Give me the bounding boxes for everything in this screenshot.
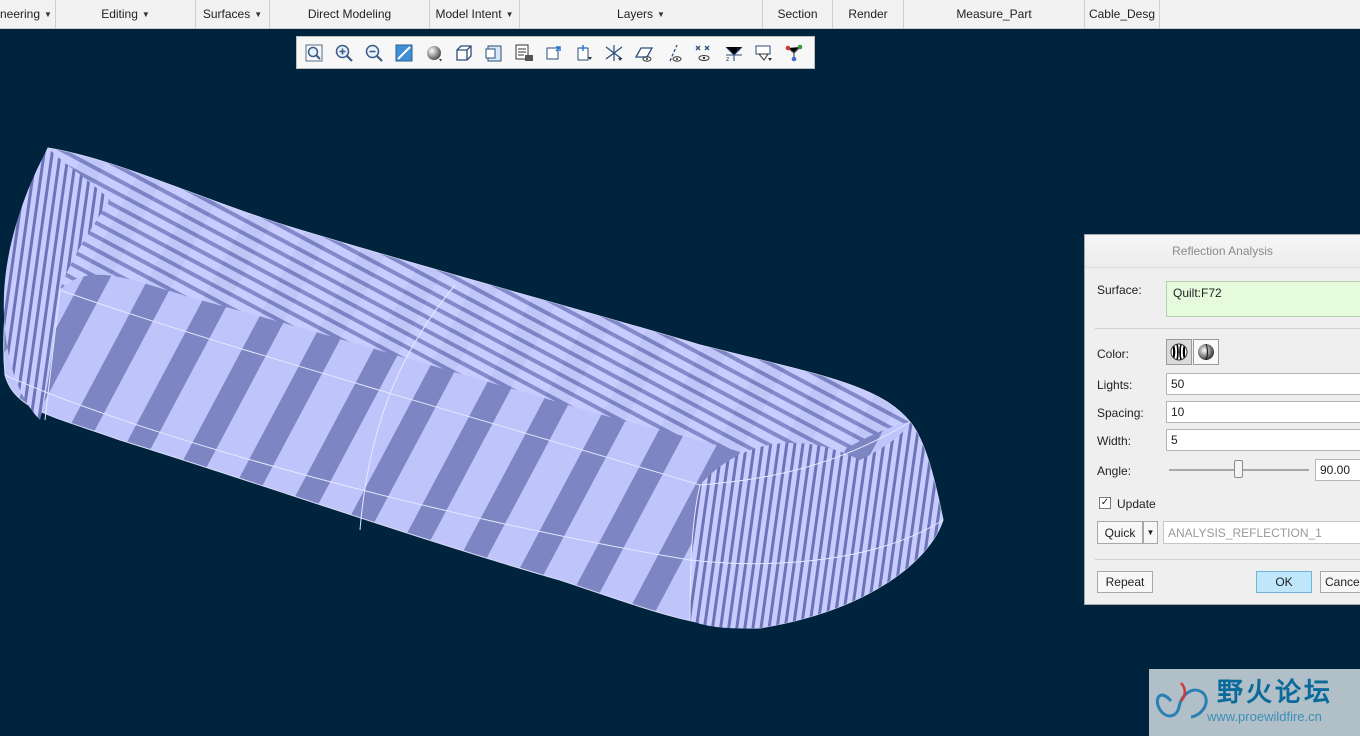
chevron-down-icon: ▼: [657, 9, 665, 19]
point-display-icon[interactable]: [691, 40, 717, 66]
watermark-url: www.proewildfire.cn: [1207, 709, 1322, 724]
refit-icon[interactable]: [301, 40, 327, 66]
ribbon-group-label: neering: [0, 7, 41, 21]
repeat-button[interactable]: Repeat: [1097, 571, 1153, 593]
surface-label: Surface:: [1097, 283, 1142, 297]
perspective-view-icon[interactable]: [511, 40, 537, 66]
lights-field[interactable]: 50: [1166, 373, 1360, 395]
dialog-title: Reflection Analysis: [1085, 235, 1360, 268]
ribbon-group-label: Cable_Desg: [1088, 7, 1156, 21]
ribbon-group-label: Model Intent: [435, 7, 502, 21]
stripes-color-button[interactable]: [1166, 339, 1192, 365]
divider: [1095, 559, 1360, 560]
chevron-down-icon: ▼: [44, 9, 52, 19]
ribbon-group-label: Section: [777, 7, 818, 21]
ribbon-group-section[interactable]: Section: [763, 0, 833, 28]
chevron-down-icon[interactable]: ▼: [1143, 521, 1158, 544]
view-manager-icon[interactable]: [481, 40, 507, 66]
repaint-icon[interactable]: [391, 40, 417, 66]
ribbon-group-model-intent[interactable]: Model Intent ▼: [430, 0, 520, 28]
analysis-name-field[interactable]: ANALYSIS_REFLECTION_1: [1163, 521, 1360, 544]
network-icon[interactable]: [781, 40, 807, 66]
zoom-in-icon[interactable]: [331, 40, 357, 66]
striped-sphere-icon: [1170, 343, 1188, 361]
ribbon-group-label: Surfaces: [202, 7, 251, 21]
ribbon-group-render[interactable]: Render: [833, 0, 904, 28]
width-label: Width:: [1097, 434, 1132, 448]
angle-label: Angle:: [1097, 464, 1132, 478]
ribbon-group-surfaces[interactable]: Surfaces ▼: [196, 0, 270, 28]
logo-icon: [1155, 682, 1208, 719]
ribbon-group-label: Direct Modeling: [307, 7, 392, 21]
shaded-color-button[interactable]: [1193, 339, 1219, 365]
plane-display-icon[interactable]: [631, 40, 657, 66]
ribbon-tab-row: neering ▼ Editing ▼ Surfaces ▼ Direct Model…: [0, 0, 1360, 29]
update-label: Update: [1117, 497, 1156, 511]
spacing-field[interactable]: 10: [1166, 401, 1360, 423]
display-style-icon[interactable]: [421, 40, 447, 66]
csys-display-icon[interactable]: xz: [721, 40, 747, 66]
color-mode-group: [1166, 339, 1220, 365]
filter-icon[interactable]: [751, 40, 777, 66]
chevron-down-icon: ▼: [141, 9, 150, 19]
ribbon-group-direct-modeling[interactable]: Direct Modeling: [270, 0, 430, 28]
reflection-analysis-dialog: Reflection Analysis Surface: Quilt:F72 C…: [1084, 234, 1360, 605]
spin-center-icon[interactable]: [541, 40, 567, 66]
saved-orientations-icon[interactable]: [451, 40, 477, 66]
ribbon-group-label: Editing: [101, 7, 138, 21]
watermark-title: 野火论坛: [1217, 678, 1334, 708]
shaded-sphere-icon: [1198, 343, 1214, 361]
color-label: Color:: [1097, 347, 1130, 361]
cancel-button[interactable]: Cancel: [1320, 571, 1360, 593]
width-field[interactable]: 5: [1166, 429, 1360, 451]
annotation-display-icon[interactable]: [571, 40, 597, 66]
ribbon-group-measure-part[interactable]: Measure_Part: [904, 0, 1085, 28]
quick-dropdown[interactable]: Quick: [1097, 521, 1143, 544]
ok-button[interactable]: OK: [1256, 571, 1312, 593]
spacing-label: Spacing:: [1097, 406, 1144, 420]
ribbon-group-editing[interactable]: Editing ▼: [56, 0, 196, 28]
graphics-toolbar: xz: [296, 36, 815, 69]
zoom-out-icon[interactable]: [361, 40, 387, 66]
lights-label: Lights:: [1097, 378, 1133, 392]
chevron-down-icon: ▼: [254, 9, 263, 19]
svg-text:x: x: [736, 46, 740, 53]
ribbon-group-label: Layers: [617, 7, 654, 21]
forum-watermark: 野火论坛 www.proewildfire.cn: [1149, 669, 1360, 736]
axis-display-icon[interactable]: [661, 40, 687, 66]
update-checkbox[interactable]: ✓: [1099, 497, 1111, 509]
svg-text:z: z: [726, 56, 729, 63]
divider: [1095, 328, 1360, 329]
ribbon-group-engineering[interactable]: neering ▼: [0, 0, 56, 28]
angle-field[interactable]: 90.00: [1315, 459, 1360, 481]
chevron-down-icon: ▼: [505, 9, 514, 19]
ribbon-group-label: Render: [848, 7, 888, 21]
surface-collector[interactable]: Quilt:F72: [1166, 281, 1360, 317]
ribbon-group-label: Measure_Part: [956, 7, 1032, 21]
angle-slider-thumb[interactable]: [1234, 460, 1243, 478]
reflection-analysis-model[interactable]: [0, 140, 960, 640]
ribbon-group-cable-desg[interactable]: Cable_Desg: [1085, 0, 1160, 28]
datum-display-icon[interactable]: [601, 40, 627, 66]
ribbon-group-layers[interactable]: Layers ▼: [520, 0, 763, 28]
